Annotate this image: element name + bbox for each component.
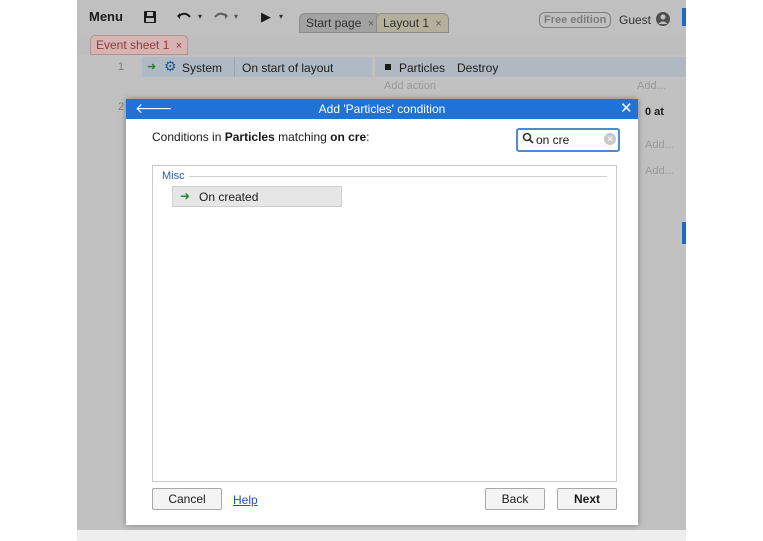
condition-item-on-created[interactable]: ➜ On created	[172, 186, 342, 207]
back-button[interactable]: Back	[485, 488, 545, 510]
left-margin	[0, 0, 77, 541]
search-box[interactable]: ✕	[516, 128, 620, 152]
right-edge-strip	[682, 222, 686, 244]
right-margin	[686, 0, 763, 541]
cancel-button[interactable]: Cancel	[152, 488, 222, 510]
search-input[interactable]	[536, 132, 600, 147]
dialog-title-bar: Add 'Particles' condition 🡐 ✕	[126, 99, 638, 119]
search-icon	[522, 131, 534, 148]
conditions-list: Misc ➜ On created	[152, 165, 617, 482]
condition-item-label: On created	[199, 190, 259, 204]
category-label: Misc	[162, 170, 185, 182]
dialog-title: Add 'Particles' condition	[318, 102, 446, 116]
green-arrow-icon: ➜	[180, 189, 191, 203]
close-icon[interactable]: ✕	[620, 99, 633, 117]
conditions-prompt: Conditions in Particles matching on cre:	[152, 130, 370, 144]
clear-icon[interactable]: ✕	[604, 133, 616, 145]
status-strip	[77, 530, 686, 541]
category-divider	[189, 176, 607, 177]
right-edge-strip	[682, 8, 686, 26]
next-button[interactable]: Next	[557, 488, 617, 510]
back-arrow-icon[interactable]: 🡐	[135, 100, 173, 117]
add-condition-dialog: Add 'Particles' condition 🡐 ✕ Conditions…	[126, 99, 638, 525]
help-link[interactable]: Help	[233, 493, 258, 507]
